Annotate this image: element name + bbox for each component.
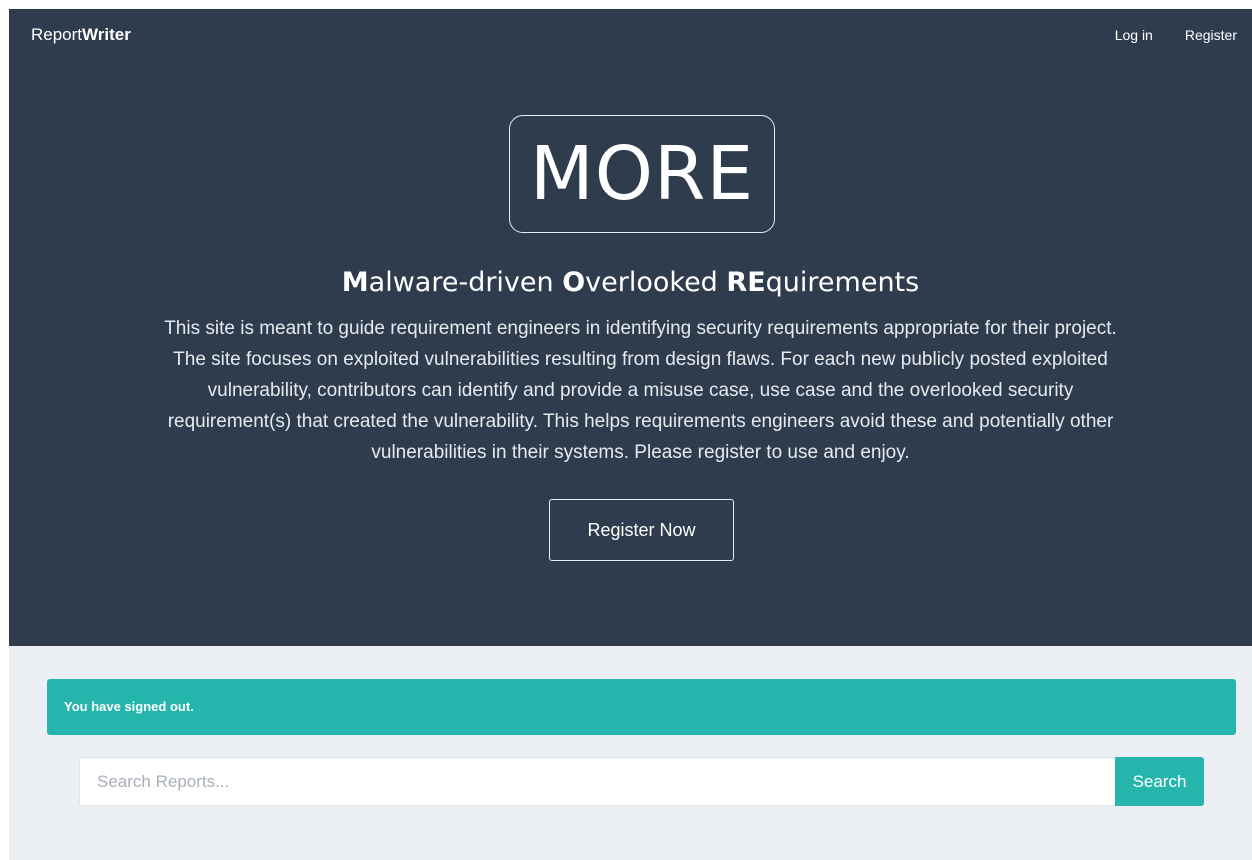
search-input[interactable] [79,757,1115,806]
page-frame: ReportWriter Log in Register MORE Malwar… [9,9,1252,860]
hero-title: Malware-driven Overlooked REquirements [9,267,1252,298]
brand-logo[interactable]: ReportWriter [31,25,131,45]
search-bar: Search [79,757,1204,806]
title-initial-o: O [562,267,586,298]
register-link[interactable]: Register [1185,27,1237,43]
title-initial-re: RE [726,267,766,298]
brand-text-regular: Report [31,25,83,44]
top-navbar: ReportWriter Log in Register [9,9,1252,63]
login-link[interactable]: Log in [1115,27,1153,43]
title-initial-m: M [341,267,369,298]
search-button[interactable]: Search [1115,757,1204,806]
hero-section: ReportWriter Log in Register MORE Malwar… [9,9,1252,646]
hero-description: This site is meant to guide requirement … [164,318,1117,463]
title-part-malware: alware-driven [368,267,563,298]
nav-links: Log in Register [1115,27,1237,43]
title-part-requirements: quirements [765,267,920,298]
brand-text-bold: Writer [82,25,131,44]
signed-out-alert: You have signed out. [47,679,1236,735]
more-logo-text: MORE [529,131,755,217]
title-part-overlooked: verlooked [585,267,727,298]
register-now-button[interactable]: Register Now [549,499,734,561]
more-logo-box: MORE [509,115,775,233]
